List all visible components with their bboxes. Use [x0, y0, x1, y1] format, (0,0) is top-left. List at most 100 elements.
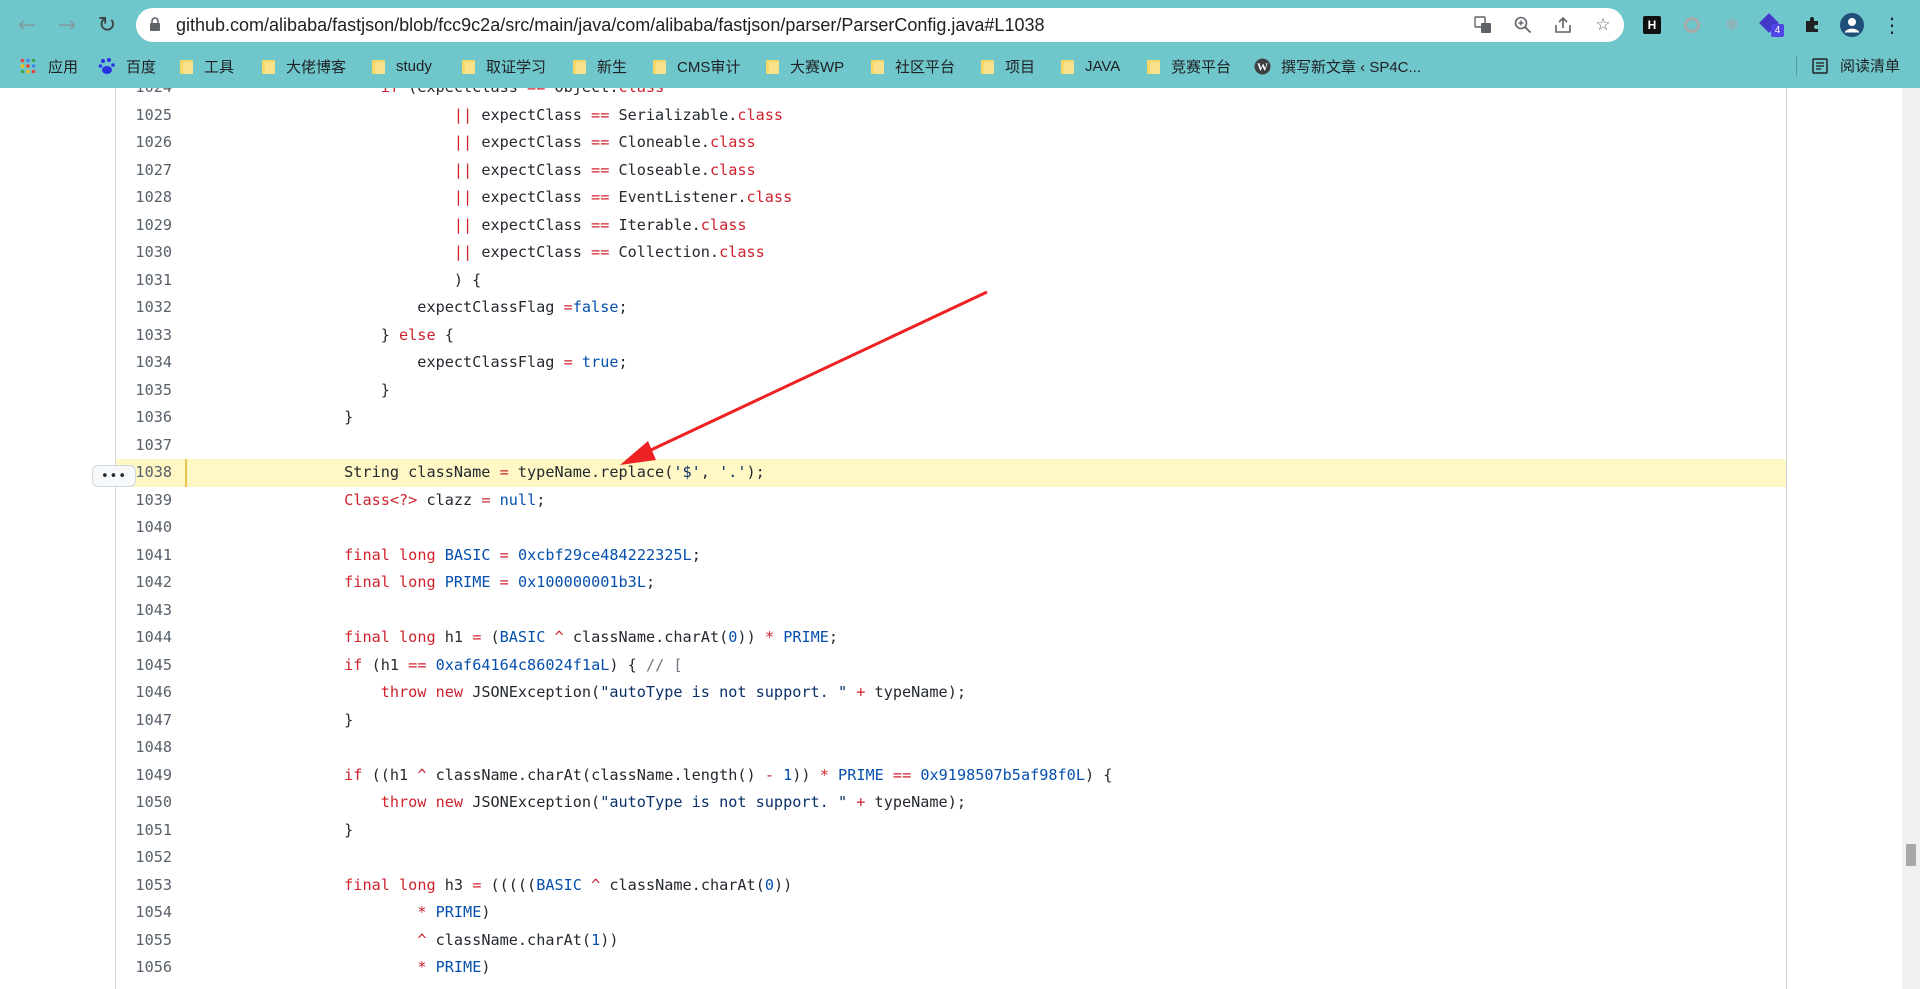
code-text: || expectClass == EventListener.class: [271, 184, 792, 212]
bookmark-folder-blogs[interactable]: 大佬博客: [262, 55, 346, 77]
line-number[interactable]: 1042: [116, 569, 172, 597]
line-number[interactable]: 1043: [116, 597, 172, 625]
line-number[interactable]: 1041: [116, 542, 172, 570]
line-number[interactable]: 1026: [116, 129, 172, 157]
bookmark-folder-community[interactable]: 社区平台: [871, 55, 955, 77]
folder-icon: [766, 58, 780, 74]
line-options-button[interactable]: •••: [92, 465, 136, 487]
line-number[interactable]: 1027: [116, 157, 172, 185]
code-line: 1052: [116, 844, 1786, 872]
code-token: JSONException(: [463, 683, 601, 701]
reload-button[interactable]: ↻: [92, 10, 122, 40]
line-number[interactable]: 1055: [116, 927, 172, 955]
scrollbar-thumb[interactable]: [1906, 844, 1916, 866]
code-token: =: [499, 573, 509, 591]
bookmark-new-post[interactable]: W 撰写新文章 ‹ SP4C...: [1254, 55, 1421, 77]
line-number[interactable]: 1039: [116, 487, 172, 515]
line-number[interactable]: 1034: [116, 349, 172, 377]
line-number[interactable]: 1044: [116, 624, 172, 652]
line-number[interactable]: 1052: [116, 844, 172, 872]
code-token: className.charAt(: [600, 875, 765, 894]
extension-snowflake-icon[interactable]: ❄: [1720, 13, 1744, 37]
code-token: }: [271, 325, 400, 344]
code-text: throw new JSONException("autoType is not…: [271, 679, 966, 707]
line-number[interactable]: 1053: [116, 872, 172, 900]
bookmark-star-icon[interactable]: ☆: [1592, 14, 1614, 36]
vertical-scrollbar[interactable]: [1902, 88, 1920, 989]
line-number[interactable]: 1047: [116, 707, 172, 735]
code-token: }: [271, 710, 354, 729]
code-line: 1054 * PRIME): [116, 899, 1786, 927]
extension-circle-icon[interactable]: [1680, 13, 1704, 37]
code-token: ;: [645, 573, 656, 591]
code-token: '.': [719, 463, 747, 481]
line-number[interactable]: 1029: [116, 212, 172, 240]
line-number[interactable]: 1036: [116, 404, 172, 432]
zoom-icon[interactable]: [1512, 14, 1534, 36]
menu-kebab-icon[interactable]: ⋮: [1880, 13, 1904, 37]
code-token: expectClassFlag: [271, 298, 564, 316]
address-bar[interactable]: github.com/alibaba/fastjson/blob/fcc9c2a…: [136, 8, 1624, 42]
line-number[interactable]: 1056: [116, 954, 172, 982]
extension-badge-icon[interactable]: 4: [1759, 13, 1784, 37]
code-token: )): [737, 628, 756, 646]
share-icon[interactable]: [1552, 14, 1574, 36]
arrow-right-icon: →: [57, 12, 77, 38]
line-number[interactable]: 1050: [116, 789, 172, 817]
extension-h-icon[interactable]: H: [1640, 13, 1664, 37]
line-number[interactable]: 1046: [116, 679, 172, 707]
bookmark-folder-tools[interactable]: 工具: [180, 55, 234, 77]
profile-avatar-icon[interactable]: [1840, 13, 1864, 37]
line-number[interactable]: 1049: [116, 762, 172, 790]
code-token: expectClass: [472, 160, 592, 179]
line-number[interactable]: 1054: [116, 899, 172, 927]
code-text: } else {: [271, 322, 454, 350]
bookmark-apps[interactable]: 应用: [20, 55, 78, 77]
forward-button[interactable]: →: [52, 10, 82, 40]
line-number[interactable]: 1030: [116, 239, 172, 267]
line-number[interactable]: 1035: [116, 377, 172, 405]
bookmark-folder-cms[interactable]: CMS审计: [653, 55, 740, 77]
line-number[interactable]: 1048: [116, 734, 172, 762]
line-number[interactable]: 1024: [116, 88, 172, 102]
back-button[interactable]: ←: [12, 10, 42, 40]
bookmark-folder-freshman[interactable]: 新生: [573, 55, 627, 77]
line-number[interactable]: 1037: [116, 432, 172, 460]
code-text: || expectClass == Cloneable.class: [271, 129, 756, 157]
line-number[interactable]: 1033: [116, 322, 172, 350]
bookmark-folder-study[interactable]: study: [372, 55, 432, 77]
bookmark-folder-wp[interactable]: 大赛WP: [766, 55, 844, 77]
bookmark-folder-forensics[interactable]: 取证学习: [462, 55, 546, 77]
code-line: 1042 final long PRIME = 0x100000001b3L;: [116, 569, 1786, 597]
line-number[interactable]: 1032: [116, 294, 172, 322]
line-number[interactable]: 1028: [116, 184, 172, 212]
code-token: ==: [591, 105, 610, 124]
bookmark-baidu[interactable]: 百度: [98, 55, 156, 77]
code-token: 0: [764, 875, 774, 894]
line-number[interactable]: 1051: [116, 817, 172, 845]
line-number[interactable]: 1031: [116, 267, 172, 295]
url-text[interactable]: github.com/alibaba/fastjson/blob/fcc9c2a…: [176, 15, 1044, 36]
bookmark-folder-contests[interactable]: 竞赛平台: [1147, 55, 1231, 77]
code-line: 1049 if ((h1 ^ className.charAt(classNam…: [116, 762, 1786, 790]
line-number[interactable]: 1040: [116, 514, 172, 542]
bookmark-folder-java[interactable]: JAVA: [1061, 55, 1120, 77]
translate-icon[interactable]: [1472, 14, 1494, 36]
bookmark-folder-projects[interactable]: 项目: [981, 55, 1035, 77]
code-token: =: [472, 628, 482, 646]
line-number[interactable]: 1025: [116, 102, 172, 130]
line-number[interactable]: 1045: [116, 652, 172, 680]
extensions-puzzle-icon[interactable]: [1800, 13, 1824, 37]
reading-list-button[interactable]: 阅读清单: [1812, 55, 1900, 76]
code-token: clazz: [417, 490, 482, 509]
code-line: 1053 final long h3 = (((((BASIC ^ classN…: [116, 872, 1786, 900]
